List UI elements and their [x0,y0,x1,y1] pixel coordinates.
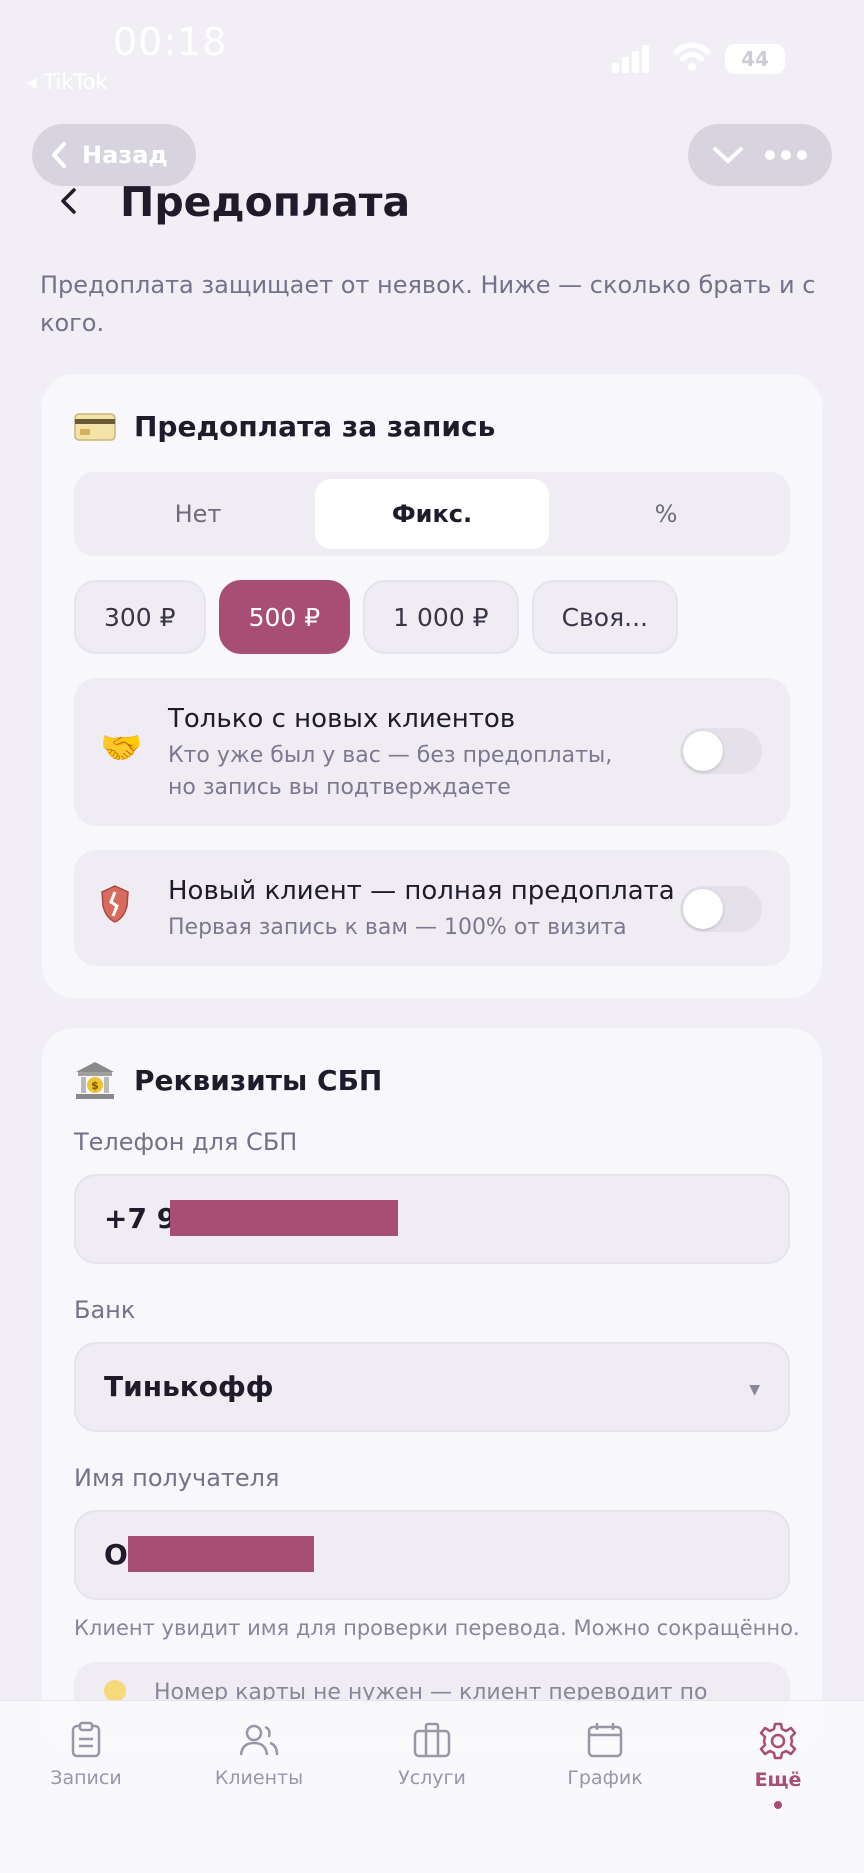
calendar-icon [587,1723,623,1758]
credit-card-icon [74,412,116,441]
prepayment-card: Предоплата за запись Нет Фикс. % 300 ₽ 5… [42,374,822,998]
recipient-field[interactable]: О [74,1510,790,1600]
sbp-card-title: Реквизиты СБП [134,1063,383,1097]
header-back-icon[interactable] [54,186,84,216]
option-full-prepayment: Новый клиент — полная предоплата Первая … [74,850,790,966]
tab-services[interactable]: Услуги [372,1721,492,1789]
tab-bar: Записи Клиенты Услуги График Ещё [0,1700,864,1873]
status-time: 00:18 [113,20,228,64]
lightbulb-icon [104,1680,126,1702]
back-to-app-link[interactable]: ◂ TikTok [26,70,108,94]
page-description: Предоплата защищает от неявок. Ниже — ск… [40,271,816,337]
option-title: Только с новых клиентов [168,704,516,734]
segment-fixed[interactable]: Фикс. [315,479,549,549]
more-icon[interactable] [764,149,808,161]
amount-chip-300[interactable]: 300 ₽ [74,580,206,654]
back-button-label: Назад [82,141,168,169]
tab-more[interactable]: Ещё [718,1721,838,1809]
clipboard-icon [71,1721,101,1758]
tab-schedule[interactable]: График [545,1721,665,1789]
amount-chips: 300 ₽ 500 ₽ 1 000 ₽ Своя... [74,580,678,654]
option-new-clients-only: 🤝 Только с новых клиентов Кто уже был у … [74,678,790,826]
tab-bookings[interactable]: Записи [26,1721,146,1789]
recipient-label: Имя получателя [74,1464,280,1492]
toggle-knob [683,889,723,929]
prepayment-card-header: Предоплата за запись [74,410,495,443]
tab-label: Ещё [754,1769,802,1791]
chevron-left-icon [52,142,66,168]
amount-chip-1000[interactable]: 1 000 ₽ [363,580,519,654]
nav-actions [688,124,832,186]
caret-down-icon: ▼ [749,1382,760,1398]
svg-text:$: $ [91,1079,99,1092]
segment-none[interactable]: Нет [81,479,315,549]
tab-label: График [567,1767,643,1789]
prepayment-type-segmented-control: Нет Фикс. % [74,472,790,556]
full-prepayment-toggle[interactable] [680,886,762,932]
recipient-hint: Клиент увидит имя для проверки перевода.… [74,1616,800,1640]
bank-value: Тинькофф [104,1370,274,1403]
amount-chip-500[interactable]: 500 ₽ [218,580,351,654]
recipient-value: О [104,1538,128,1571]
bank-label: Банк [74,1296,136,1324]
sbp-card-header: $ Реквизиты СБП [74,1060,382,1100]
page-title: Предоплата [120,178,411,226]
chevron-down-icon[interactable] [712,144,744,166]
tab-clients[interactable]: Клиенты [199,1721,319,1789]
phone-value: +7 9 [104,1202,177,1235]
amount-chip-custom[interactable]: Своя... [531,580,678,654]
status-bar: 00:18 ◂ TikTok 44 [0,0,864,100]
phone-redaction [170,1200,398,1236]
option-title: Новый клиент — полная предоплата [168,876,675,906]
briefcase-icon [413,1722,451,1758]
recipient-redaction [128,1536,314,1572]
tab-label: Услуги [398,1767,466,1789]
shield-icon [100,884,130,933]
tab-label: Записи [50,1767,122,1789]
option-subtitle: Первая запись к вам — 100% от визита [168,915,627,940]
tab-label: Клиенты [214,1767,304,1789]
toggle-knob [683,731,723,771]
gear-icon [759,1722,797,1760]
phone-label: Телефон для СБП [74,1128,298,1156]
users-icon [239,1724,279,1756]
sbp-card: $ Реквизиты СБП Телефон для СБП +7 9 Бан… [42,1028,822,1748]
phone-field[interactable]: +7 9 [74,1174,790,1264]
wifi-icon [673,42,711,71]
bank-select[interactable]: Тинькофф ▼ [74,1342,790,1432]
new-clients-only-toggle[interactable] [680,728,762,774]
bank-icon: $ [76,1062,114,1099]
active-tab-indicator [774,1801,782,1809]
back-button[interactable]: Назад [32,124,196,186]
handshake-icon: 🤝 [100,728,143,768]
segment-percent[interactable]: % [549,479,783,549]
battery-icon: 44 [725,44,785,74]
prepayment-card-title: Предоплата за запись [134,410,496,443]
option-subtitle: Кто уже был у вас — без предоплаты, но з… [168,743,613,800]
cellular-signal-icon [612,45,649,73]
